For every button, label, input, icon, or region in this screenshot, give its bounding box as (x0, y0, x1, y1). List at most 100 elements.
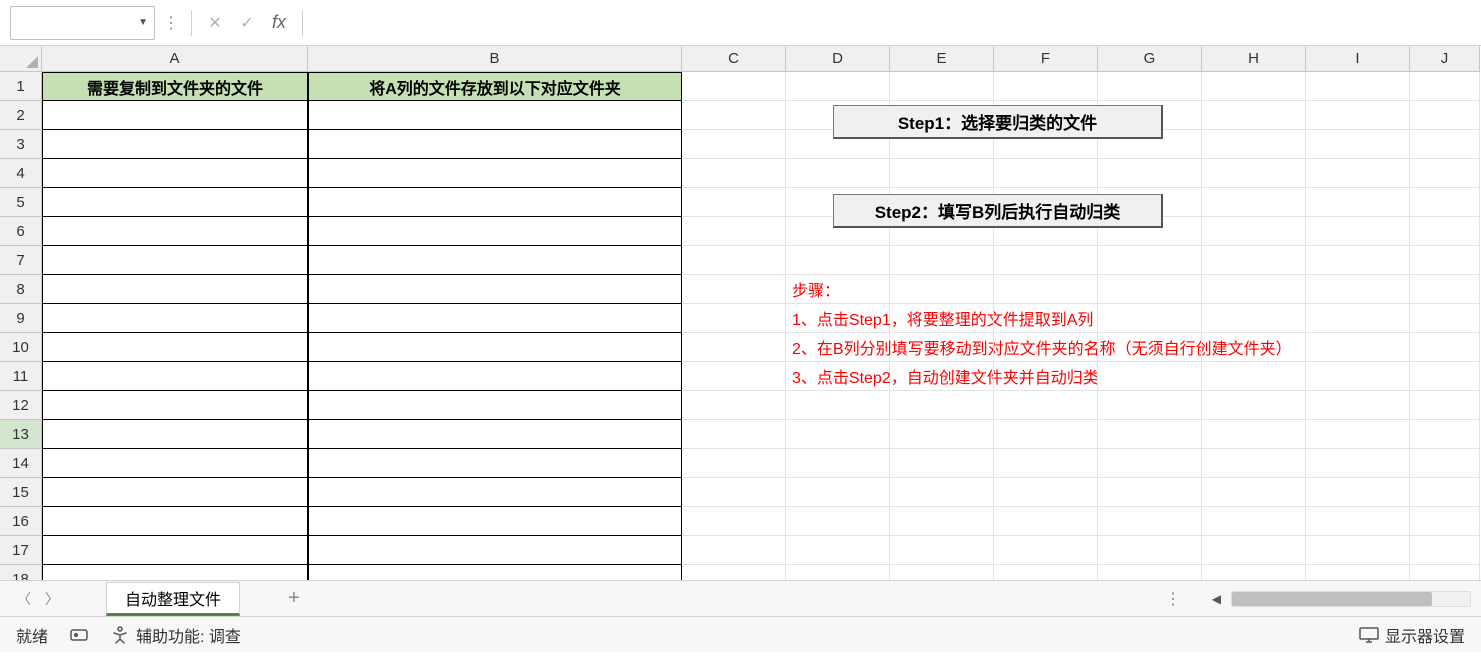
cell-E16[interactable] (890, 507, 994, 536)
cell-H18[interactable] (1202, 565, 1306, 580)
cell-C4[interactable] (682, 159, 786, 188)
accessibility-button[interactable]: 辅助功能: 调查 (110, 623, 241, 647)
cell-D13[interactable] (786, 420, 890, 449)
cancel-button[interactable]: ✕ (202, 10, 228, 36)
cell-D9[interactable]: 1、点击Step1，将要整理的文件提取到A列 (786, 304, 890, 333)
cell-I1[interactable] (1306, 72, 1410, 101)
cell-J3[interactable] (1410, 130, 1480, 159)
cell-I17[interactable] (1306, 536, 1410, 565)
cell-J15[interactable] (1410, 478, 1480, 507)
select-all-corner[interactable] (0, 46, 42, 72)
cell-H6[interactable] (1202, 217, 1306, 246)
cell-A6[interactable] (42, 217, 308, 246)
row-header-3[interactable]: 3 (0, 130, 42, 159)
cell-D11[interactable]: 3、点击Step2，自动创建文件夹并自动归类 (786, 362, 890, 391)
cell-F8[interactable] (994, 275, 1098, 304)
cell-H8[interactable] (1202, 275, 1306, 304)
cell-E11[interactable] (890, 362, 994, 391)
cell-J18[interactable] (1410, 565, 1480, 580)
cell-F16[interactable] (994, 507, 1098, 536)
cell-A7[interactable] (42, 246, 308, 275)
cell-G1[interactable] (1098, 72, 1202, 101)
cell-A18[interactable] (42, 565, 308, 580)
cell-F9[interactable] (994, 304, 1098, 333)
row-header-4[interactable]: 4 (0, 159, 42, 188)
cell-C18[interactable] (682, 565, 786, 580)
cell-I2[interactable] (1306, 101, 1410, 130)
cell-J11[interactable] (1410, 362, 1480, 391)
cell-I10[interactable] (1306, 333, 1410, 362)
cell-E1[interactable] (890, 72, 994, 101)
cell-I16[interactable] (1306, 507, 1410, 536)
scroll-left-icon[interactable]: ◀ (1212, 592, 1221, 606)
cell-A1[interactable]: 需要复制到文件夹的文件 (42, 72, 308, 101)
cell-H13[interactable] (1202, 420, 1306, 449)
cell-F4[interactable] (994, 159, 1098, 188)
cell-H11[interactable] (1202, 362, 1306, 391)
cell-C5[interactable] (682, 188, 786, 217)
cells-area[interactable]: 需要复制到文件夹的文件将A列的文件存放到以下对应文件夹步骤：1、点击Step1，… (42, 72, 1480, 580)
cell-C13[interactable] (682, 420, 786, 449)
next-sheet-button[interactable]: 〉 (38, 585, 66, 613)
cell-A8[interactable] (42, 275, 308, 304)
cell-C2[interactable] (682, 101, 786, 130)
cell-D14[interactable] (786, 449, 890, 478)
cell-G13[interactable] (1098, 420, 1202, 449)
row-header-1[interactable]: 1 (0, 72, 42, 101)
cell-C1[interactable] (682, 72, 786, 101)
column-header-D[interactable]: D (786, 46, 890, 72)
row-header-10[interactable]: 10 (0, 333, 42, 362)
cell-A10[interactable] (42, 333, 308, 362)
cell-C16[interactable] (682, 507, 786, 536)
step1-button[interactable]: Step1：选择要归类的文件 (833, 105, 1163, 139)
cell-G8[interactable] (1098, 275, 1202, 304)
cell-B4[interactable] (308, 159, 682, 188)
cell-E13[interactable] (890, 420, 994, 449)
cell-J17[interactable] (1410, 536, 1480, 565)
cell-E7[interactable] (890, 246, 994, 275)
cell-B14[interactable] (308, 449, 682, 478)
cell-C8[interactable] (682, 275, 786, 304)
enter-button[interactable]: ✓ (234, 10, 260, 36)
column-header-G[interactable]: G (1098, 46, 1202, 72)
cell-I14[interactable] (1306, 449, 1410, 478)
cell-F18[interactable] (994, 565, 1098, 580)
cell-B16[interactable] (308, 507, 682, 536)
cell-E8[interactable] (890, 275, 994, 304)
step2-button[interactable]: Step2：填写B列后执行自动归类 (833, 194, 1163, 228)
cell-A17[interactable] (42, 536, 308, 565)
cell-J8[interactable] (1410, 275, 1480, 304)
cell-D12[interactable] (786, 391, 890, 420)
cell-J6[interactable] (1410, 217, 1480, 246)
cell-A14[interactable] (42, 449, 308, 478)
cell-E12[interactable] (890, 391, 994, 420)
column-header-J[interactable]: J (1410, 46, 1480, 72)
row-header-5[interactable]: 5 (0, 188, 42, 217)
cell-B11[interactable] (308, 362, 682, 391)
cell-J12[interactable] (1410, 391, 1480, 420)
cell-B6[interactable] (308, 217, 682, 246)
row-header-16[interactable]: 16 (0, 507, 42, 536)
sheet-options-icon[interactable]: ⋮ (1165, 589, 1181, 609)
cell-C17[interactable] (682, 536, 786, 565)
cell-I11[interactable] (1306, 362, 1410, 391)
cell-D15[interactable] (786, 478, 890, 507)
cell-B2[interactable] (308, 101, 682, 130)
column-header-H[interactable]: H (1202, 46, 1306, 72)
cell-I5[interactable] (1306, 188, 1410, 217)
cell-F7[interactable] (994, 246, 1098, 275)
cell-A16[interactable] (42, 507, 308, 536)
cell-H1[interactable] (1202, 72, 1306, 101)
cell-G18[interactable] (1098, 565, 1202, 580)
cell-G15[interactable] (1098, 478, 1202, 507)
cell-E4[interactable] (890, 159, 994, 188)
cell-D4[interactable] (786, 159, 890, 188)
cell-J16[interactable] (1410, 507, 1480, 536)
cell-H17[interactable] (1202, 536, 1306, 565)
cell-B10[interactable] (308, 333, 682, 362)
row-header-13[interactable]: 13 (0, 420, 42, 449)
cell-H5[interactable] (1202, 188, 1306, 217)
macro-record-icon[interactable] (70, 626, 88, 644)
cell-F1[interactable] (994, 72, 1098, 101)
cell-F17[interactable] (994, 536, 1098, 565)
